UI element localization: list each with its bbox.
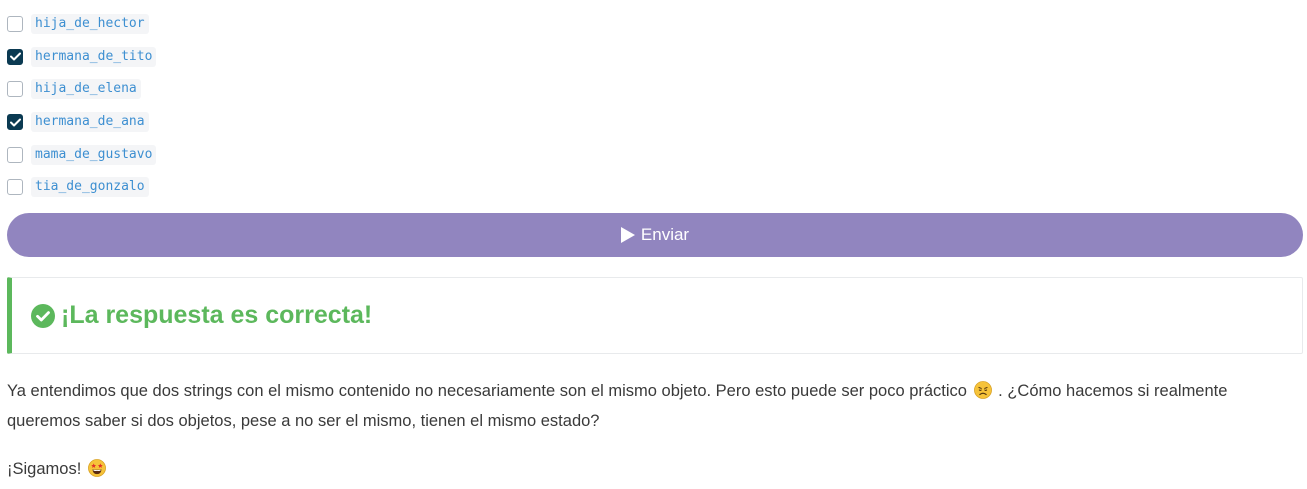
option-item[interactable]: hija_de_hector bbox=[7, 8, 607, 41]
disappointed-face-emoji bbox=[973, 381, 992, 399]
checkbox[interactable] bbox=[7, 114, 23, 131]
option-item[interactable]: hermana_de_tito bbox=[7, 41, 607, 74]
explanation-paragraph: Ya entendimos que dos strings con el mis… bbox=[7, 376, 1301, 436]
option-label: mama_de_gustavo bbox=[31, 144, 157, 165]
check-circle-icon bbox=[31, 303, 55, 328]
options-list: hija_de_hector hermana_de_tito hija_de_e… bbox=[7, 8, 607, 204]
option-label: hija_de_hector bbox=[31, 14, 149, 35]
option-item[interactable]: hija_de_elena bbox=[7, 73, 607, 106]
paragraph-text: ¡Sigamos! bbox=[7, 460, 82, 478]
play-icon bbox=[620, 227, 635, 243]
submit-label: Enviar bbox=[640, 225, 690, 244]
option-item[interactable]: mama_de_gustavo bbox=[7, 138, 607, 171]
star-struck-emoji bbox=[87, 459, 106, 477]
checkbox[interactable] bbox=[7, 179, 23, 196]
continue-paragraph: ¡Sigamos! bbox=[7, 454, 1301, 484]
result-box: ¡La respuesta es correcta! bbox=[7, 277, 1303, 354]
result-title: ¡La respuesta es correcta! bbox=[61, 301, 373, 329]
option-item[interactable]: tia_de_gonzalo bbox=[7, 171, 607, 204]
option-label: tia_de_gonzalo bbox=[31, 177, 149, 198]
option-item[interactable]: hermana_de_ana bbox=[7, 106, 607, 139]
option-label: hermana_de_ana bbox=[31, 112, 149, 133]
checkbox[interactable] bbox=[7, 146, 23, 163]
option-label: hermana_de_tito bbox=[31, 46, 157, 67]
option-label: hija_de_elena bbox=[31, 79, 141, 100]
exercise-page: hija_de_hector hermana_de_tito hija_de_e… bbox=[0, 0, 1307, 489]
paragraph-text: Ya entendimos que dos strings con el mis… bbox=[7, 382, 967, 400]
checkbox[interactable] bbox=[7, 48, 23, 65]
checkbox[interactable] bbox=[7, 16, 23, 33]
checkbox[interactable] bbox=[7, 81, 23, 98]
submit-button[interactable]: Enviar bbox=[7, 213, 1303, 257]
